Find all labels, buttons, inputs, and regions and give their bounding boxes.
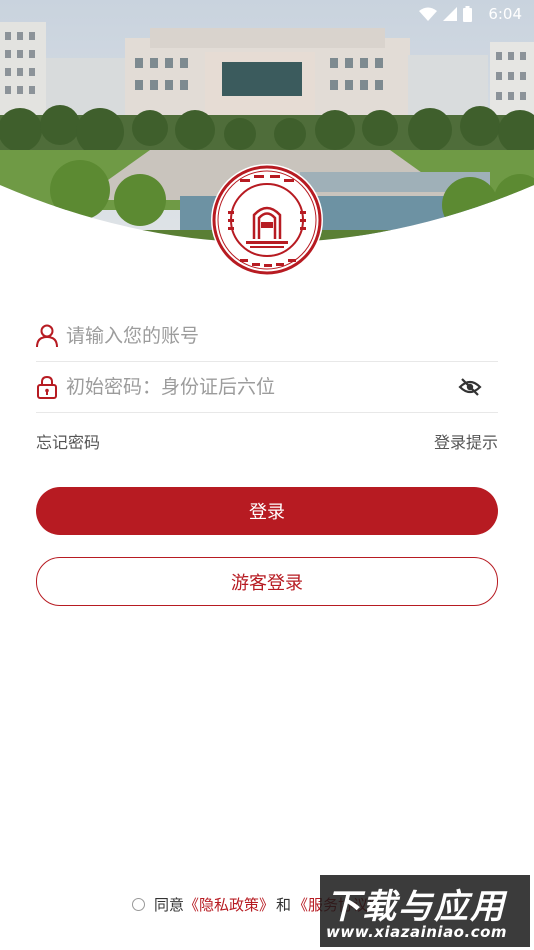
guest-login-button[interactable]: 游客登录 bbox=[36, 557, 498, 606]
password-input[interactable] bbox=[66, 367, 498, 407]
watermark-url: www.xiazainiao.com bbox=[326, 923, 508, 941]
login-hint-link[interactable]: 登录提示 bbox=[434, 429, 498, 453]
agreement-radio[interactable] bbox=[132, 898, 145, 911]
status-icons bbox=[419, 6, 472, 26]
status-bar: 6:04 bbox=[0, 0, 534, 28]
battery-icon bbox=[463, 6, 472, 26]
signal-icon bbox=[443, 7, 457, 25]
agreement-and: 和 bbox=[276, 896, 292, 914]
password-field bbox=[36, 362, 498, 413]
watermark: 下载与应用 www.xiazainiao.com bbox=[320, 875, 530, 947]
university-logo bbox=[210, 163, 324, 277]
eye-off-icon[interactable] bbox=[458, 375, 482, 399]
login-button[interactable]: 登录 bbox=[36, 487, 498, 535]
lock-icon bbox=[34, 374, 60, 400]
agreement-prefix: 同意 bbox=[154, 896, 185, 914]
status-time: 6:04 bbox=[488, 5, 522, 23]
wifi-icon bbox=[419, 7, 437, 25]
forgot-password-link[interactable]: 忘记密码 bbox=[36, 429, 100, 453]
user-icon bbox=[34, 323, 60, 349]
account-field bbox=[36, 311, 498, 362]
account-input[interactable] bbox=[66, 316, 498, 356]
privacy-policy-link[interactable]: 《隐私政策》 bbox=[184, 894, 274, 915]
watermark-title: 下载与应用 bbox=[326, 887, 506, 927]
